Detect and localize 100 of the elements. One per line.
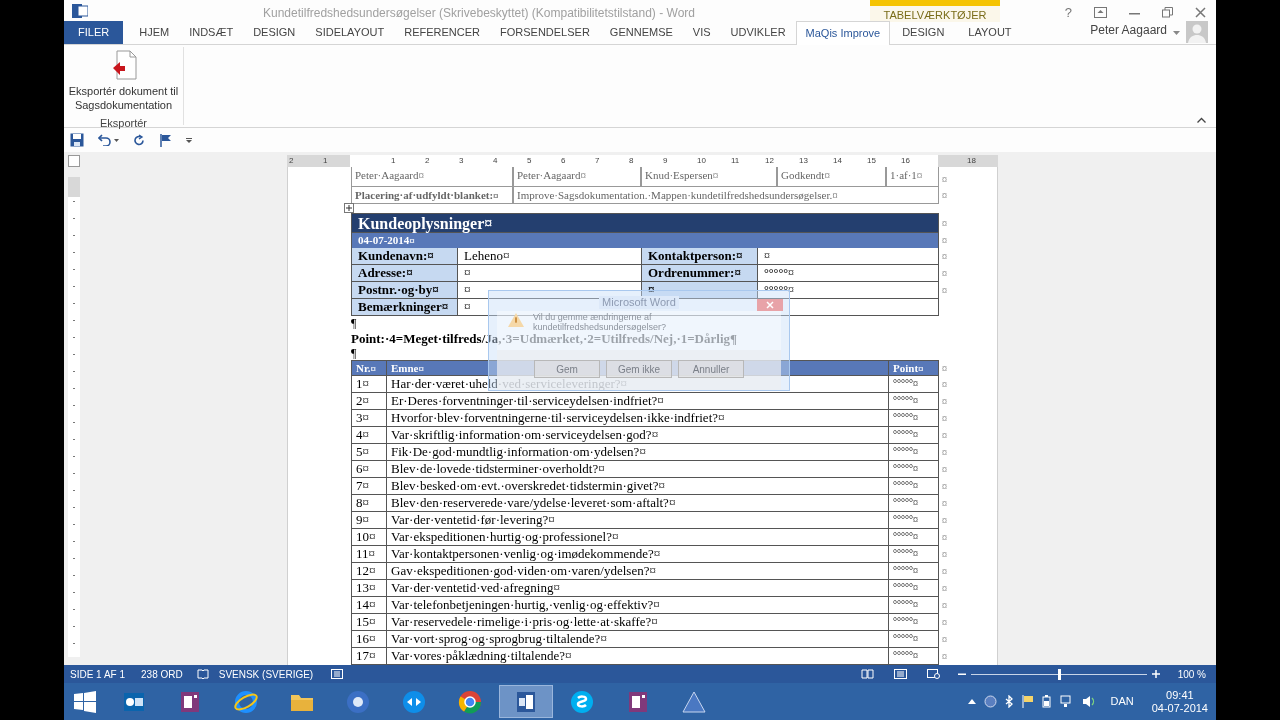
ribbon-tab[interactable]: HJEM [129,21,180,44]
table-cell: Er·Deres·forventninger·til·serviceydelsen·indfriet?¤ [387,393,889,409]
table-cell: Godkendt¤ [777,167,886,187]
cell-end-mark: ¤ [942,189,947,203]
bluetooth-icon[interactable] [1005,695,1015,708]
contextual-tab-header: TABELVÆRKTØJER [870,0,1000,22]
taskbar-button[interactable] [499,685,553,718]
web-layout-icon[interactable] [926,669,940,679]
table-cell: 7¤ [352,478,387,494]
ruler-number: 13 [799,155,808,167]
notebook-app-icon [178,689,202,714]
table-cell: 16¤ [352,631,387,647]
table-cell-text: °°°°°¤ [892,428,919,442]
ruler-number: 2 [289,155,294,167]
table-cell: 10¤ [352,529,387,545]
page-count[interactable]: SIDE 1 AF 1 [70,666,126,682]
cell-end-mark: ¤ [942,173,947,187]
ribbon-tab[interactable]: LAYOUT [956,21,1024,44]
ribbon-tab[interactable]: GENNEMSE [599,21,683,44]
input-language[interactable]: DAN [1110,693,1134,710]
clock-date[interactable]: 04-07-2014 [1151,701,1208,715]
close-icon[interactable] [1195,7,1206,19]
tab-selector[interactable] [68,155,80,167]
restore-icon[interactable] [1162,7,1173,19]
table-label-cell: Kundenavn:¤ [351,248,458,264]
cell-end-mark: ¤ [942,514,947,528]
dialog-message: Vil du gemme ændringerne af kundetilfredshedsundersøgelser? [533,312,668,332]
flag-icon[interactable] [160,133,172,147]
save-icon[interactable] [70,133,84,147]
proofing-book-icon[interactable] [196,669,209,679]
table-cell-text: °°°°°¤ [892,649,919,663]
battery-icon[interactable] [1042,695,1053,708]
caret-icon[interactable] [1173,31,1180,35]
ribbon-tab[interactable]: MaQis Improve [795,21,891,45]
cell-end-mark: ¤ [942,480,947,494]
table-title-cell: Kundeoplysninger¤ [351,213,939,233]
ribbon-tab[interactable]: FORSENDELSER [490,21,600,44]
help-button[interactable]: ? [1064,3,1072,23]
ribbon-tab[interactable]: REFERENCER [394,21,490,44]
read-mode-icon[interactable] [860,669,874,679]
ribbon-display-icon[interactable] [1094,7,1107,19]
tray-app-icon[interactable] [984,695,998,708]
ribbon-tab[interactable]: INDSÆT [179,21,244,44]
table-cell-text: °°°°°¤ [892,547,919,561]
show-hidden-icons[interactable] [968,699,977,704]
caret-icon[interactable] [114,138,119,142]
table-cell: Gav·ekspeditionen·god·viden·om·varen/ydelsen?¤ [387,563,889,579]
window-title: Kundetilfredshedsundersøgelser (Skrivebeskyttet) (Kompatibilitetstilstand) - Word [263,5,695,22]
cell-end-mark: ¤ [942,234,947,248]
ribbon-tab[interactable]: DESIGN [890,21,957,44]
paragraph-mark: ¶ [351,347,357,360]
table-cell-text: °°°°°¤ [892,581,919,595]
document-app-icon [514,689,538,714]
table-cell: Blev·de·lovede·tidsterminer·overholdt?¤ [387,461,889,477]
cell-end-mark: ¤ [942,531,947,545]
ribbon-tab[interactable]: FILER [64,21,124,44]
customize-caret-icon[interactable] [186,137,192,143]
word-count[interactable]: 238 ORD [141,666,183,682]
warning-icon [507,312,525,328]
table-label-cell: Ordrenummer:¤ [642,265,758,281]
table-move-handle-icon[interactable] [344,203,354,213]
table-cell: Fik·De·god·mundtlig·information·om·ydelsen?¤ [387,444,889,460]
ruler-number: 8 [629,155,634,167]
macro-icon[interactable] [331,669,344,679]
table-cell: ¤ [758,248,939,264]
ruler-number: 18 [967,155,976,167]
cell-end-mark: ¤ [942,429,947,443]
table-cell-text: °°°°°¤ [892,377,919,391]
start-icon[interactable] [74,690,96,713]
clock-time[interactable]: 09:41 [1166,688,1194,702]
collapse-ribbon-icon[interactable] [1197,117,1206,123]
table-cell: 2¤ [352,393,387,409]
ribbon-tab[interactable]: DESIGN [243,21,306,44]
ribbon-tab[interactable]: UDVIKLER [720,21,796,44]
zoom-in-icon[interactable] [1151,670,1160,678]
zoom-slider-thumb[interactable] [1057,668,1061,680]
table-cell-text: °°°°°¤ [892,615,919,629]
ruler-number: 11 [731,155,740,167]
table-cell: 9¤ [352,512,387,528]
table-cell: Improve·Sagsdokumentation.·Mappen·kundetilfredshedsundersøgelser.¤ [513,187,939,204]
app-logo-icon [72,3,88,19]
volume-icon[interactable] [1082,695,1097,708]
undo-icon[interactable] [98,134,112,146]
table-cell: 3¤ [352,410,387,426]
ribbon-tab[interactable]: VIS [682,21,721,44]
ruler-number: 9 [663,155,668,167]
language-indicator[interactable]: SVENSK (SVERIGE) [218,666,314,682]
table-cell: 1·af·1¤ [886,167,939,187]
table-cell: Var·skriftlig·information·om·serviceydelsen·god?¤ [387,427,889,443]
redo-icon[interactable] [133,133,146,147]
table-cell: 6¤ [352,461,387,477]
table-cell: 15¤ [352,614,387,630]
ribbon-tab[interactable]: SIDELAYOUT [305,21,395,44]
user-name[interactable]: Peter Aagaard [1090,21,1167,39]
export-button[interactable]: Eksportér dokument til Sagsdokumentation [64,47,183,112]
cell-end-mark: ¤ [942,267,947,281]
table-cell-text: °°°°°¤ [892,513,919,527]
print-layout-icon[interactable] [893,669,907,679]
zoom-level[interactable]: 100 % [1177,666,1206,682]
flag-icon[interactable] [1022,695,1035,708]
